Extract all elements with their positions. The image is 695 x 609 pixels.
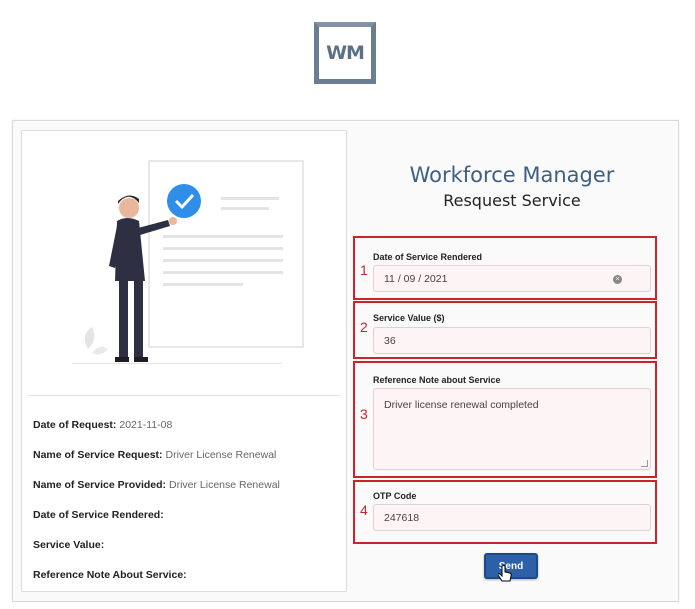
otp-code-label: OTP Code bbox=[373, 491, 417, 501]
wm-logo: WM bbox=[314, 22, 376, 84]
summary-value: Driver License Renewal bbox=[168, 479, 280, 491]
service-value-input[interactable]: 36 bbox=[373, 327, 651, 354]
logo-text: WM bbox=[326, 42, 365, 64]
summary-value: 2021-11-08 bbox=[119, 419, 173, 431]
date-rendered-label: Date of Service Rendered bbox=[373, 252, 483, 262]
reference-note-value: Driver license renewal completed bbox=[384, 399, 539, 411]
service-illustration bbox=[72, 160, 304, 364]
date-rendered-value: 11 / 09 / 2021 bbox=[384, 272, 448, 285]
summary-date-rendered: Date of Service Rendered: bbox=[33, 509, 164, 521]
otp-code-value: 247618 bbox=[384, 511, 420, 524]
summary-date-of-request: Date of Request: 2021-11-08 bbox=[33, 419, 172, 431]
summary-label: Date of Service Rendered: bbox=[33, 509, 164, 521]
app-title: Workforce Manager bbox=[409, 163, 615, 187]
annotation-number-3: 3 bbox=[360, 406, 368, 422]
date-rendered-input[interactable]: 11 / 09 / 2021 × bbox=[373, 265, 651, 292]
page-subtitle: Resquest Service bbox=[443, 191, 581, 210]
annotation-number-4: 4 bbox=[360, 502, 368, 518]
summary-label: Name of Service Request: bbox=[33, 449, 163, 461]
summary-label: Name of Service Provided: bbox=[33, 479, 167, 491]
summary-service-provided: Name of Service Provided: Driver License… bbox=[33, 479, 280, 491]
resize-handle-icon[interactable] bbox=[641, 460, 648, 467]
otp-code-input[interactable]: 247618 bbox=[373, 504, 651, 531]
annotation-number-2: 2 bbox=[360, 319, 368, 335]
hand-cursor-icon bbox=[498, 565, 512, 582]
service-value-value: 36 bbox=[384, 334, 396, 347]
service-value-label: Service Value ($) bbox=[373, 313, 445, 323]
summary-label: Service Value: bbox=[33, 539, 105, 551]
card-divider bbox=[28, 395, 340, 396]
summary-label: Reference Note About Service: bbox=[33, 569, 187, 581]
summary-service-value: Service Value: bbox=[33, 539, 104, 551]
summary-card bbox=[21, 130, 347, 592]
reference-note-label: Reference Note about Service bbox=[373, 375, 501, 385]
annotation-number-1: 1 bbox=[360, 262, 368, 278]
summary-service-request: Name of Service Request: Driver License … bbox=[33, 449, 276, 461]
summary-reference-note: Reference Note About Service: bbox=[33, 569, 187, 581]
reference-note-textarea[interactable]: Driver license renewal completed bbox=[373, 388, 651, 470]
summary-label: Date of Request: bbox=[33, 419, 117, 431]
clear-date-icon[interactable]: × bbox=[613, 275, 622, 284]
summary-value: Driver License Renewal bbox=[165, 449, 277, 461]
